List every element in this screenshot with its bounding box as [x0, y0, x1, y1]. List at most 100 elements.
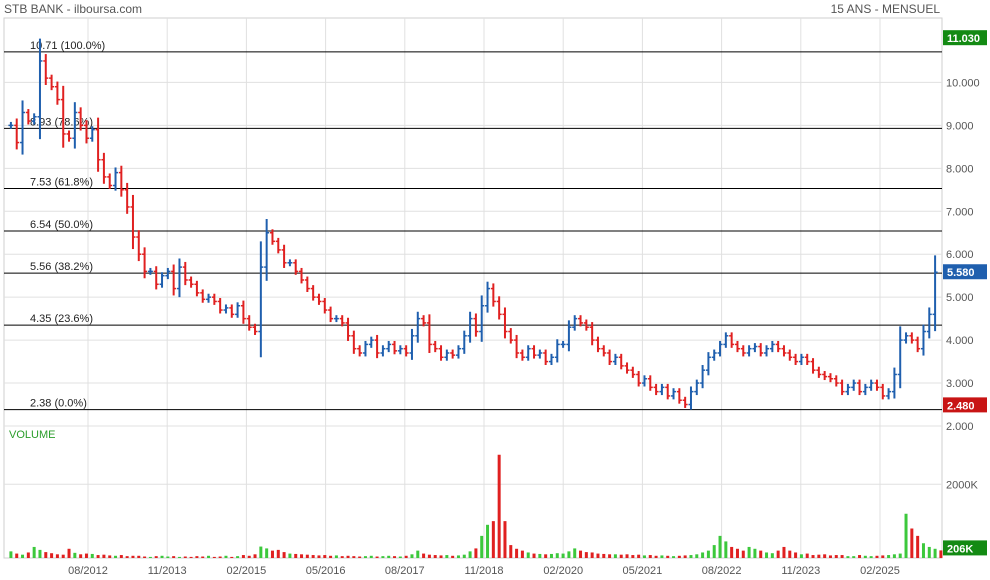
volume-bar [573, 548, 577, 558]
volume-bar [451, 555, 455, 558]
volume-bar [38, 549, 42, 558]
volume-bar [939, 550, 943, 558]
volume-bar [811, 555, 815, 558]
volume-bar [480, 535, 484, 558]
volume-bar [329, 555, 333, 558]
volume-bar [96, 555, 100, 558]
volume-bar [230, 556, 234, 558]
volume-bar [555, 553, 559, 558]
x-tick-label: 11/2023 [781, 565, 820, 577]
x-tick-label: 08/2022 [702, 565, 742, 577]
volume-bar [776, 550, 780, 558]
volume-bar [212, 556, 216, 558]
volume-bar [817, 554, 821, 558]
volume-bar [32, 546, 36, 558]
y-tick-label: 8.000 [946, 163, 974, 175]
volume-bar [352, 556, 356, 558]
volume-bar [346, 555, 350, 558]
x-tick-label: 11/2018 [465, 565, 504, 577]
fib-level-label: 2.38 (0.0%) [30, 398, 87, 410]
volume-bar [439, 555, 443, 558]
fib-level-label: 6.54 (50.0%) [30, 219, 93, 231]
volume-bar [724, 541, 728, 558]
volume-bar [718, 535, 722, 558]
volume-bar [805, 553, 809, 558]
volume-bar [695, 554, 699, 558]
volume-bar [532, 553, 536, 558]
volume-badge-text: 206K [947, 543, 973, 555]
volume-bar [526, 552, 530, 558]
volume-bar [259, 546, 263, 558]
volume-bar [363, 556, 367, 558]
volume-bar [660, 555, 664, 558]
volume-bar [515, 548, 519, 558]
volume-bar [625, 554, 629, 558]
volume-bar [794, 552, 798, 558]
volume-bar [683, 555, 687, 558]
fib-level-label: 10.71 (100.0%) [30, 40, 105, 52]
volume-bar [67, 548, 71, 558]
volume-bar [509, 545, 513, 558]
volume-bar [125, 556, 129, 558]
y-tick-label: 2.000 [946, 421, 974, 433]
volume-bar [15, 553, 19, 558]
volume-bar [340, 556, 344, 558]
volume-bar [759, 550, 763, 558]
volume-bar [875, 555, 879, 558]
volume-bar [183, 556, 187, 558]
volume-bar [491, 521, 495, 558]
volume-bar [916, 535, 920, 558]
volume-bar [143, 556, 147, 558]
volume-bar [579, 550, 583, 558]
volume-bar [544, 554, 548, 558]
y-tick-label: 7.000 [946, 206, 974, 218]
volume-bar [869, 556, 873, 558]
volume-bar [741, 550, 745, 558]
volume-bar [840, 555, 844, 558]
volume-bar [172, 556, 176, 558]
volume-bar [358, 556, 362, 558]
volume-bar [782, 546, 786, 558]
volume-bar [712, 545, 716, 558]
volume-bar [887, 555, 891, 558]
volume-bar [596, 553, 600, 558]
volume-bar [317, 555, 321, 558]
stock-chart: 10.71 (100.0%)8.93 (78.6%)7.53 (61.8%)6.… [3, 17, 987, 577]
x-tick-label: 02/2025 [860, 565, 900, 577]
volume-bar [747, 546, 751, 558]
volume-bar [927, 546, 931, 558]
y-tick-label: 10.000 [946, 77, 980, 89]
volume-bar [846, 556, 850, 558]
y-tick-label: 4.000 [946, 335, 974, 347]
volume-bar [503, 521, 507, 558]
volume-bar [398, 556, 402, 558]
volume-bar [608, 554, 612, 558]
volume-bar [55, 554, 59, 558]
volume-bar [765, 552, 769, 558]
volume-bar [9, 551, 13, 558]
volume-label: VOLUME [9, 429, 55, 441]
volume-bar [910, 528, 914, 558]
volume-bar [520, 550, 524, 558]
volume-bar [433, 555, 437, 558]
volume-bar [410, 554, 414, 558]
x-tick-label: 05/2016 [306, 565, 346, 577]
volume-bar [44, 552, 48, 558]
volume-bar [462, 554, 466, 558]
volume-bar [904, 513, 908, 558]
volume-bar [73, 552, 77, 558]
volume-bar [114, 555, 118, 558]
volume-bar [799, 554, 803, 558]
volume-bar [148, 556, 152, 558]
y-tick-label: 5.000 [946, 292, 974, 304]
x-tick-label: 08/2017 [385, 565, 425, 577]
volume-bar [201, 556, 205, 558]
volume-bar [474, 548, 478, 558]
volume-bar [898, 553, 902, 558]
fib-level-label: 7.53 (61.8%) [30, 177, 93, 189]
volume-bar [828, 555, 832, 558]
volume-bar [323, 555, 327, 558]
volume-bar [119, 555, 123, 558]
volume-bar [753, 548, 757, 558]
volume-bar [666, 555, 670, 558]
